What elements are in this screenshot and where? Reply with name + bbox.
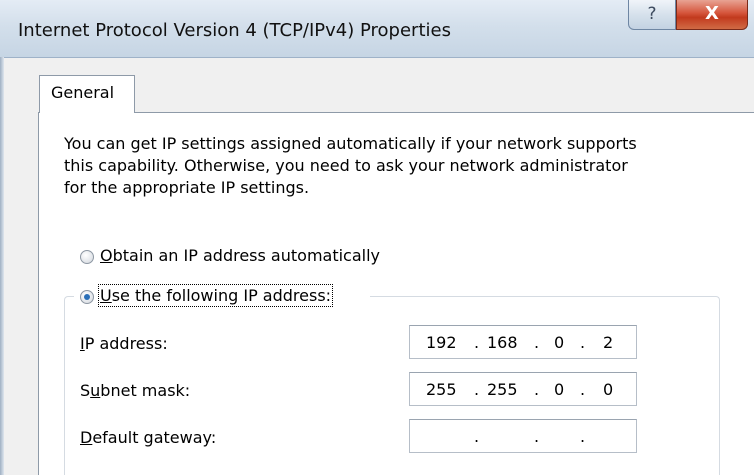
subnet-mask-label: Subnet mask: [80,381,191,400]
use-following-ip-label[interactable]: Use the following IP address: [97,284,334,307]
subnet-mask-input[interactable]: 255 . 255 . 0 . 0 [409,372,637,406]
title-bar[interactable]: Internet Protocol Version 4 (TCP/IPv4) P… [0,0,754,58]
ip-octet-4[interactable]: 2 [603,333,613,352]
mask-octet-1[interactable]: 255 [426,380,457,399]
octet-separator: . [580,380,586,399]
obtain-ip-automatically-label[interactable]: Obtain an IP address automatically [100,246,380,265]
use-following-ip-radio[interactable] [80,290,94,304]
default-gateway-label: Default gateway: [80,428,217,447]
window-title: Internet Protocol Version 4 (TCP/IPv4) P… [18,20,451,41]
ip-address-label: IP address: [80,334,168,353]
octet-separator: . [534,427,540,446]
octet-separator: . [534,333,540,352]
mask-octet-2[interactable]: 255 [487,380,518,399]
obtain-ip-automatically-radio[interactable] [80,250,94,264]
octet-separator: . [580,427,586,446]
question-icon: ? [647,4,657,24]
mask-octet-4[interactable]: 0 [603,380,613,399]
octet-separator: . [474,333,480,352]
close-button[interactable]: X [676,0,748,30]
ip-address-input[interactable]: 192 . 168 . 0 . 2 [409,325,637,359]
octet-separator: . [534,380,540,399]
tab-general[interactable]: General [39,75,135,113]
ip-octet-3[interactable]: 0 [554,333,564,352]
octet-separator: . [580,333,586,352]
mask-octet-3[interactable]: 0 [554,380,564,399]
ip-octet-1[interactable]: 192 [426,333,457,352]
window-left-edge [0,57,4,475]
description-text: You can get IP settings assigned automat… [64,134,637,197]
octet-separator: . [474,380,480,399]
ip-octet-2[interactable]: 168 [487,333,518,352]
tab-general-label: General [51,83,115,102]
default-gateway-input[interactable]: . . . [409,419,637,453]
help-button[interactable]: ? [628,0,676,30]
octet-separator: . [474,427,480,446]
close-icon: X [705,3,719,24]
